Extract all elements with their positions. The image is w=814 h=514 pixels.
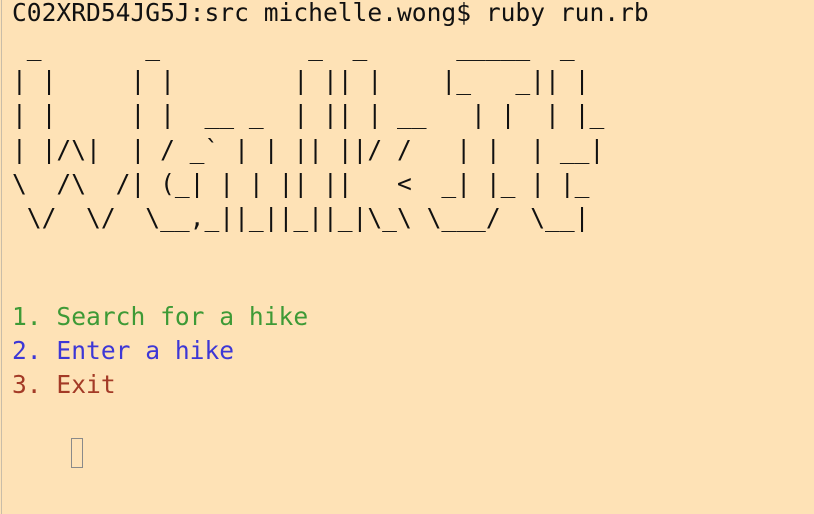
terminal-window[interactable]: C02XRD54JG5J:src michelle.wong$ ruby run… xyxy=(0,0,814,514)
menu-option-search: 1. Search for a hike xyxy=(12,302,309,331)
ascii-art-banner: _ _ _ _ _____ _ | | | | | || | |_ _|| | … xyxy=(12,32,605,233)
shell-prompt-command: C02XRD54JG5J:src michelle.wong$ ruby run… xyxy=(12,0,649,27)
menu-option-enter: 2. Enter a hike xyxy=(12,336,235,365)
input-line[interactable] xyxy=(12,402,84,504)
menu-option-exit: 3. Exit xyxy=(12,370,116,399)
window-edge xyxy=(1,0,2,514)
text-cursor xyxy=(71,438,84,468)
